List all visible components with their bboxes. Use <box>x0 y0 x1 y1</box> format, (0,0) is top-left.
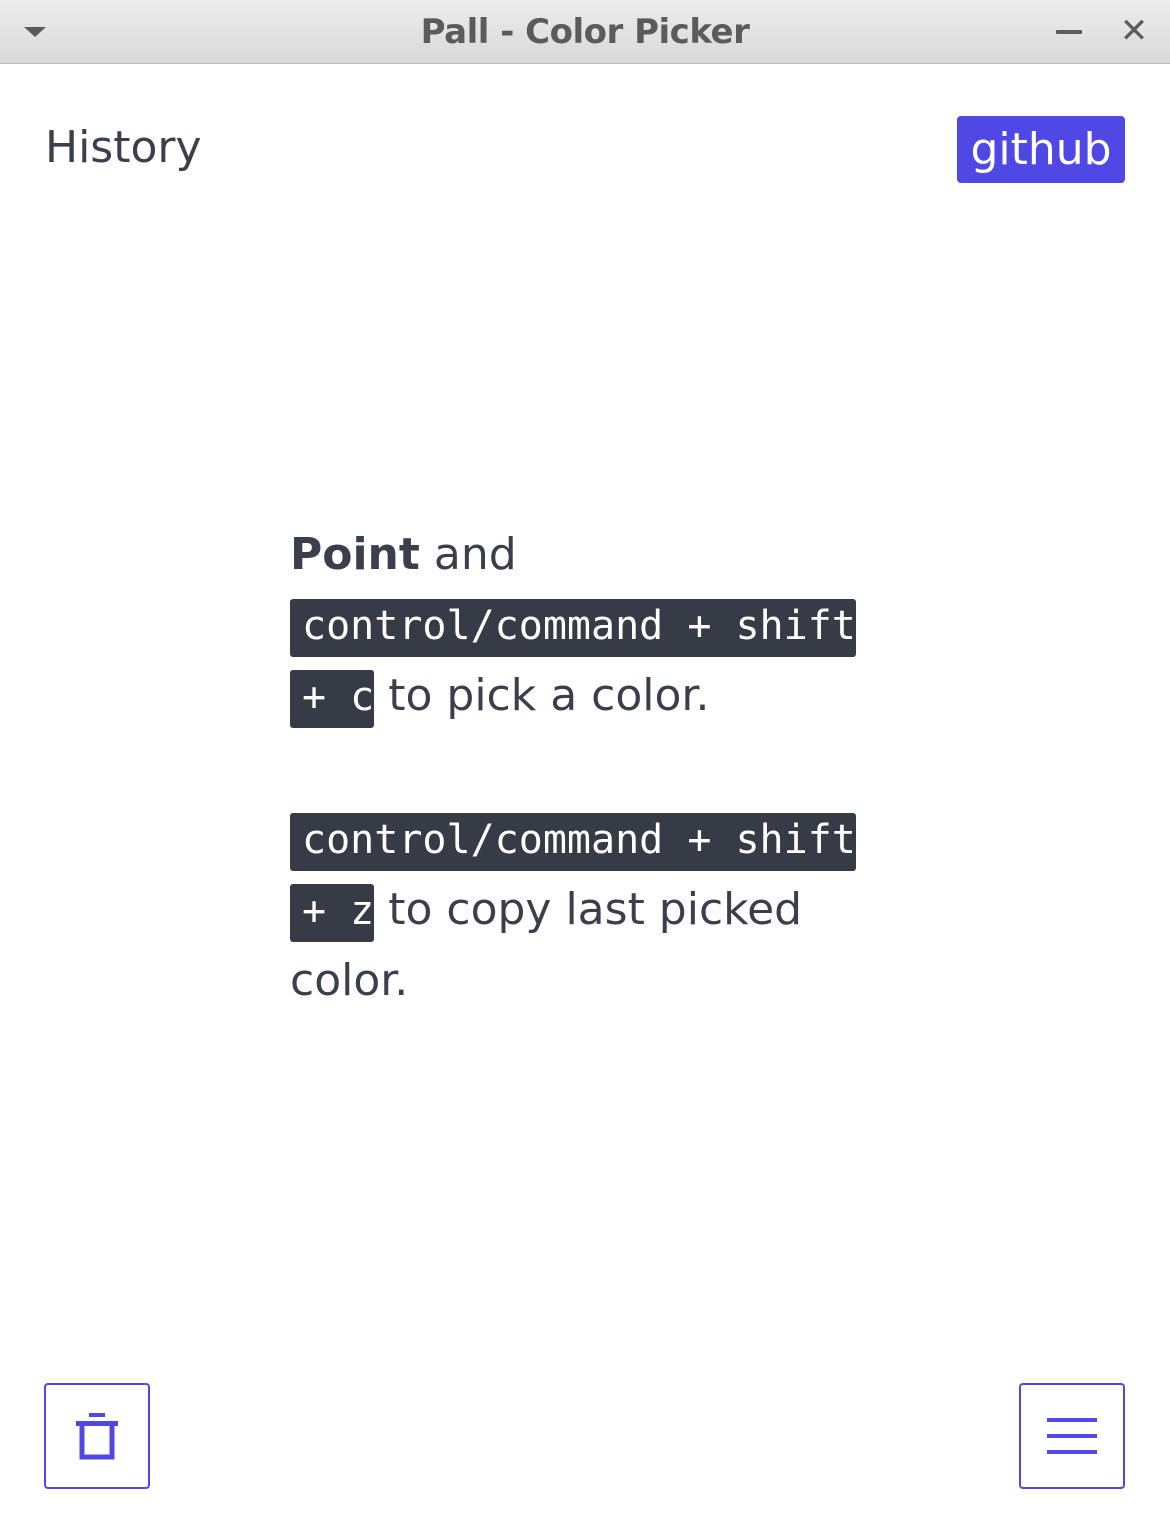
minimize-button[interactable] <box>1050 14 1088 50</box>
close-icon: ✕ <box>1119 11 1149 51</box>
instructions: Point and control/command + shift + c to… <box>290 520 875 1016</box>
minimize-icon <box>1056 30 1082 34</box>
pick-text: to pick a color. <box>374 670 710 721</box>
point-word: Point <box>290 529 420 580</box>
clear-history-button[interactable] <box>44 1383 150 1489</box>
history-heading: History <box>45 122 202 173</box>
app-window: Pall - Color Picker ✕ History github Poi… <box>0 0 1170 1530</box>
github-link[interactable]: github <box>957 116 1125 183</box>
title-bar: Pall - Color Picker ✕ <box>0 0 1170 64</box>
point-rest: and <box>419 529 517 580</box>
copy-instruction: control/command + shift + z to copy last… <box>290 804 875 1016</box>
pick-instruction: Point and control/command + shift + c to… <box>290 520 875 732</box>
hamburger-menu-icon <box>1047 1418 1097 1454</box>
menu-button[interactable] <box>1019 1383 1125 1489</box>
close-button[interactable]: ✕ <box>1114 11 1154 51</box>
trash-icon <box>76 1413 118 1460</box>
window-title: Pall - Color Picker <box>420 12 750 52</box>
